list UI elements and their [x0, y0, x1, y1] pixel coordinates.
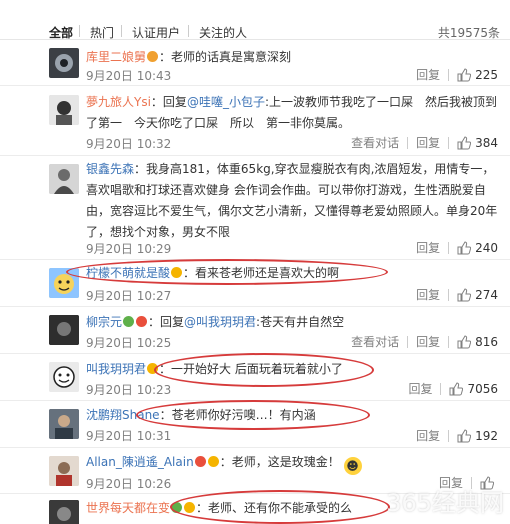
comment-item: 银鑫先森：我身高181，体重65kg,穿衣显瘦脱衣有肉,浓眉短发，用情专一，喜欢… — [0, 156, 510, 260]
tab-all[interactable]: 全部 — [49, 24, 73, 41]
comment-time: 9月20日 10:43 — [86, 69, 172, 83]
comment-item: 库里二娘舅 ：老师的话真是寓意深刻 9月20日 10:43 回复 225 — [0, 40, 510, 86]
like-button[interactable]: 384 — [457, 136, 498, 150]
comment-username[interactable]: 沈鹏翔Shane — [86, 408, 160, 422]
like-count: 274 — [475, 287, 498, 302]
tab-following[interactable]: 关注的人 — [199, 24, 247, 41]
like-count: 240 — [475, 240, 498, 255]
comment-text: ：苍老师你好污噢…！有内涵 — [159, 408, 316, 422]
comment-text: ：老师的话真是寓意深刻 — [159, 50, 292, 64]
comment-time: 9月20日 10:25 — [86, 336, 172, 350]
comment-username[interactable]: 银鑫先森 — [86, 162, 134, 176]
comment-username[interactable]: 叫我玥玥君 — [86, 362, 146, 376]
comment-time: 9月20日 10:31 — [86, 429, 172, 443]
comment-item: Allan_陳逍遙_Alain ：老师，这是玫瑰金！ ☻ 9月20日 10:26 … — [0, 448, 510, 494]
like-button[interactable] — [480, 475, 498, 490]
view-conversation-button[interactable]: 查看对话 — [351, 333, 399, 350]
grin-emoji-icon: ☻ — [343, 457, 362, 475]
comment-item: 夢九旅人Ysi：回复@哇噻_小包子:上一波教师节我吃了一口屎 然后我被顶到了第一… — [0, 86, 510, 156]
comment-text: ：一开始好大 后面玩着玩着就小了 — [159, 362, 343, 376]
comment-item: 世界每天都在变 ：老师、还有你不能承受的么 — [0, 494, 510, 524]
tab-hot[interactable]: 热门 — [90, 24, 114, 41]
like-button[interactable]: 192 — [457, 429, 498, 443]
like-count: 816 — [475, 334, 498, 349]
reply-button[interactable]: 回复 — [416, 333, 440, 350]
comment-total-count: 共19575条 — [437, 26, 500, 40]
comment-username[interactable]: 柠檬不萌就是酸 — [86, 266, 170, 280]
thumbs-up-icon — [457, 240, 472, 254]
thumbs-up-icon — [457, 428, 472, 442]
comment-username[interactable]: 库里二娘舅 — [86, 50, 146, 64]
comment-text: ：老师、还有你不能承受的么 — [196, 501, 353, 515]
mention-link[interactable]: @叫我玥玥君 — [184, 315, 256, 329]
comment-text-prefix: ：回复 — [150, 95, 187, 109]
tab-verified[interactable]: 认证用户 — [132, 24, 180, 41]
comment-username[interactable]: Allan_陳逍遙_Alain — [86, 455, 194, 469]
comment-time: 9月20日 10:26 — [86, 477, 172, 491]
avatar[interactable] — [49, 95, 79, 125]
avatar[interactable] — [49, 500, 79, 524]
avatar[interactable] — [49, 48, 79, 78]
like-button[interactable]: 240 — [457, 241, 498, 255]
member-badge-icon — [147, 51, 159, 62]
comment-time: 9月20日 10:29 — [86, 242, 172, 256]
member-badge-icon — [136, 316, 148, 327]
like-count: 192 — [475, 428, 498, 443]
comment-username[interactable]: 世界每天都在变 — [86, 501, 170, 515]
avatar[interactable] — [49, 362, 79, 392]
reply-button[interactable]: 回复 — [416, 286, 440, 303]
like-button[interactable]: 7056 — [449, 382, 498, 396]
comment-text-prefix: ：回复 — [148, 315, 185, 329]
comment-item: 叫我玥玥君 ：一开始好大 后面玩着玩着就小了 9月20日 10:23 回复 705… — [0, 354, 510, 401]
comment-item: 柳宗元 ：回复@叫我玥玥君:苍天有井自然空 9月20日 10:25 查看对话 回复… — [0, 307, 510, 354]
comment-time: 9月20日 10:27 — [86, 289, 172, 303]
member-badge-icon — [184, 502, 196, 513]
avatar[interactable] — [49, 164, 79, 194]
tab-divider — [79, 25, 80, 37]
verified-badge-icon — [171, 267, 183, 278]
mention-link[interactable]: @哇噻_小包子 — [187, 95, 265, 109]
like-button[interactable]: 274 — [457, 288, 498, 302]
reply-button[interactable]: 回复 — [416, 66, 440, 83]
thumbs-up-icon — [457, 287, 472, 301]
comment-time: 9月20日 10:23 — [86, 383, 172, 397]
comment-item: 柠檬不萌就是酸 ：看来苍老师还是喜欢大的啊 9月20日 10:27 回复 274 — [0, 260, 510, 307]
avatar[interactable] — [49, 456, 79, 486]
comment-item: 沈鹏翔Shane：苍老师你好污噢…！有内涵 9月20日 10:31 回复 192 — [0, 401, 510, 448]
avatar[interactable] — [49, 409, 79, 439]
thumbs-up-icon — [480, 475, 494, 489]
thumbs-up-icon — [457, 135, 472, 149]
thumbs-up-icon — [457, 67, 472, 81]
comment-text: ：我身高181，体重65kg,穿衣显瘦脱衣有肉,浓眉短发，用情专一，喜欢唱歌和打… — [86, 162, 498, 239]
reply-button[interactable]: 回复 — [416, 427, 440, 444]
star-badge-icon — [194, 456, 206, 467]
like-button[interactable]: 225 — [457, 68, 498, 82]
comment-time: 9月20日 10:32 — [86, 137, 172, 151]
reply-button[interactable]: 回复 — [408, 380, 432, 397]
comment-text: ：老师，这是玫瑰金！ — [219, 455, 340, 469]
reply-button[interactable]: 回复 — [416, 239, 440, 256]
tab-divider — [188, 25, 189, 37]
like-count: 225 — [475, 67, 498, 82]
view-conversation-button[interactable]: 查看对话 — [351, 134, 399, 151]
comment-username[interactable]: 夢九旅人Ysi — [86, 95, 151, 109]
thumbs-up-icon — [457, 334, 472, 348]
member-badge-icon — [207, 456, 219, 467]
comment-text: ：看来苍老师还是喜欢大的啊 — [183, 266, 340, 280]
like-count: 7056 — [467, 381, 498, 396]
like-count: 384 — [475, 135, 498, 150]
thumbs-up-icon — [449, 381, 464, 395]
member-badge-icon — [171, 502, 183, 513]
comment-text: :苍天有井自然空 — [256, 315, 345, 329]
member-badge-icon — [147, 363, 159, 374]
comment-username[interactable]: 柳宗元 — [86, 315, 122, 329]
like-button[interactable]: 816 — [457, 335, 498, 349]
reply-button[interactable]: 回复 — [439, 474, 463, 491]
member-badge-icon — [123, 316, 135, 327]
tab-divider — [121, 25, 122, 37]
comment-filter-tabs: 全部 热门 认证用户 关注的人 共19575条 — [0, 0, 510, 40]
avatar[interactable] — [49, 268, 79, 298]
reply-button[interactable]: 回复 — [416, 134, 440, 151]
avatar[interactable] — [49, 315, 79, 345]
